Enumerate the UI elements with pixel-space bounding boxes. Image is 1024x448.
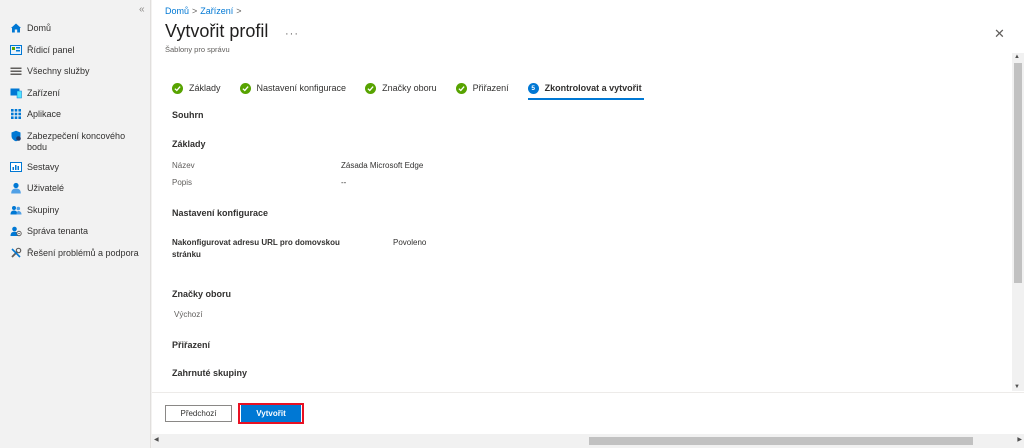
breadcrumb: Domů > Zařízení > — [165, 6, 245, 16]
config-heading: Nastavení konfigurace — [172, 208, 269, 218]
assignments-heading: Přiřazení — [172, 340, 211, 350]
previous-button[interactable]: Předchozí — [165, 405, 232, 422]
close-icon[interactable]: ✕ — [994, 26, 1005, 42]
sidebar-item-all-services[interactable]: Všechny služby — [0, 65, 151, 87]
checkmark-icon — [365, 82, 377, 94]
sidebar-item-home[interactable]: Domů — [0, 22, 151, 44]
tab-basics[interactable]: Základy — [172, 80, 221, 96]
footer: Předchozí Vytvořit — [152, 392, 1024, 434]
scope-tag-value: Výchozí — [174, 310, 203, 319]
scroll-down-icon[interactable]: ▼ — [1014, 384, 1020, 390]
config-setting-value: Povoleno — [393, 238, 427, 247]
devices-icon — [10, 87, 22, 99]
checkmark-icon — [239, 82, 251, 94]
home-icon — [10, 22, 22, 34]
sidebar-item-label: Sestavy — [27, 161, 60, 172]
name-value: Zásada Microsoft Edge — [341, 161, 424, 170]
scroll-left-icon[interactable]: ◀ — [154, 436, 159, 443]
list-icon — [10, 65, 22, 77]
scrollbar-thumb[interactable] — [589, 437, 973, 445]
sidebar-item-groups[interactable]: Skupiny — [0, 204, 151, 226]
sidebar-item-label: Skupiny — [27, 204, 60, 215]
breadcrumb-devices-link[interactable]: Zařízení — [200, 6, 233, 16]
description-value: -- — [341, 178, 347, 187]
more-options-button[interactable]: ··· — [285, 28, 299, 40]
shield-icon — [10, 130, 22, 142]
step-label: Nastavení konfigurace — [256, 83, 347, 93]
create-button[interactable]: Vytvořit — [241, 405, 301, 422]
user-icon — [10, 182, 22, 194]
breadcrumb-separator: > — [236, 6, 242, 16]
step-label: Základy — [189, 83, 221, 93]
page-subtitle: Šablony pro správu — [165, 45, 230, 54]
scroll-right-icon[interactable]: ▶ — [1017, 436, 1022, 443]
checkmark-icon — [455, 82, 467, 94]
basics-heading: Základy — [172, 139, 206, 149]
scope-tags-heading: Značky oboru — [172, 289, 232, 299]
step-label: Přiřazení — [472, 83, 509, 93]
tools-icon — [10, 247, 22, 259]
scrollbar-thumb[interactable] — [1014, 63, 1022, 283]
sidebar-item-label: Domů — [27, 23, 52, 33]
sidebar-item-label: Všechny služby — [27, 66, 90, 76]
step-label: Značky oboru — [382, 83, 437, 93]
main-panel: Domů > Zařízení > Vytvořit profil ··· Šablo… — [152, 0, 1024, 448]
scroll-up-icon[interactable]: ▲ — [1014, 54, 1020, 60]
sidebar-item-apps[interactable]: Aplikace — [0, 108, 151, 130]
summary-heading: Souhrn — [172, 110, 204, 120]
tab-assignments[interactable]: Přiřazení — [455, 80, 509, 96]
horizontal-scrollbar[interactable]: ◀ ▶ — [152, 434, 1024, 448]
breadcrumb-home-link[interactable]: Domů — [165, 6, 189, 16]
group-icon — [10, 204, 22, 216]
page-title: Vytvořit profil — [165, 21, 269, 41]
tenant-icon — [10, 225, 22, 237]
vertical-scrollbar[interactable]: ▲ ▼ — [1012, 53, 1024, 391]
tab-review-create[interactable]: 5 Zkontrolovat a vytvořit — [527, 80, 644, 100]
sidebar-item-troubleshooting[interactable]: Řešení problémů a podpora — [0, 247, 151, 269]
included-groups-heading: Zahrnuté skupiny — [172, 368, 248, 378]
apps-grid-icon — [10, 108, 22, 120]
sidebar-item-label: Řídicí panel — [27, 44, 75, 55]
sidebar-item-reports[interactable]: Sestavy — [0, 161, 151, 183]
collapse-sidebar-icon[interactable]: « — [139, 4, 145, 15]
sidebar-item-users[interactable]: Uživatelé — [0, 182, 151, 204]
tab-configuration-settings[interactable]: Nastavení konfigurace — [239, 80, 347, 96]
sidebar-item-endpoint-security[interactable]: Zabezpečení koncového bodu — [0, 130, 151, 161]
sidebar-nav: Domů Řídicí panel Všechny služby Zařízen… — [0, 22, 151, 268]
tab-scope-tags[interactable]: Značky oboru — [365, 80, 437, 96]
sidebar-item-label: Uživatelé — [27, 183, 65, 193]
sidebar-item-label: Aplikace — [27, 109, 62, 119]
sidebar-item-label: Zařízení — [27, 87, 61, 98]
sidebar: « Domů Řídicí panel Všechny služby Zaříz… — [0, 0, 151, 448]
dashboard-icon — [10, 44, 22, 56]
sidebar-item-devices[interactable]: Zařízení — [0, 87, 151, 109]
description-label: Popis — [172, 178, 193, 187]
reports-icon — [10, 161, 22, 173]
wizard-steps: Základy Nastavení konfigurace Značky obo… — [172, 80, 661, 100]
create-button-highlight: Vytvořit — [238, 403, 304, 424]
checkmark-icon — [172, 82, 183, 94]
step-label: Zkontrolovat a vytvořit — [544, 83, 642, 93]
sidebar-item-label: Zabezpečení koncového bodu — [27, 130, 126, 152]
sidebar-item-label: Správa tenanta — [27, 226, 89, 236]
breadcrumb-separator: > — [192, 6, 198, 16]
name-label: Název — [172, 161, 195, 170]
config-setting-label: Nakonfigurovat adresu URL pro domovskou … — [172, 238, 340, 259]
sidebar-item-dashboard[interactable]: Řídicí panel — [0, 44, 151, 66]
step-number-badge: 5 — [527, 82, 539, 94]
sidebar-item-label: Řešení problémů a podpora — [27, 247, 139, 258]
sidebar-item-tenant-admin[interactable]: Správa tenanta — [0, 225, 151, 247]
